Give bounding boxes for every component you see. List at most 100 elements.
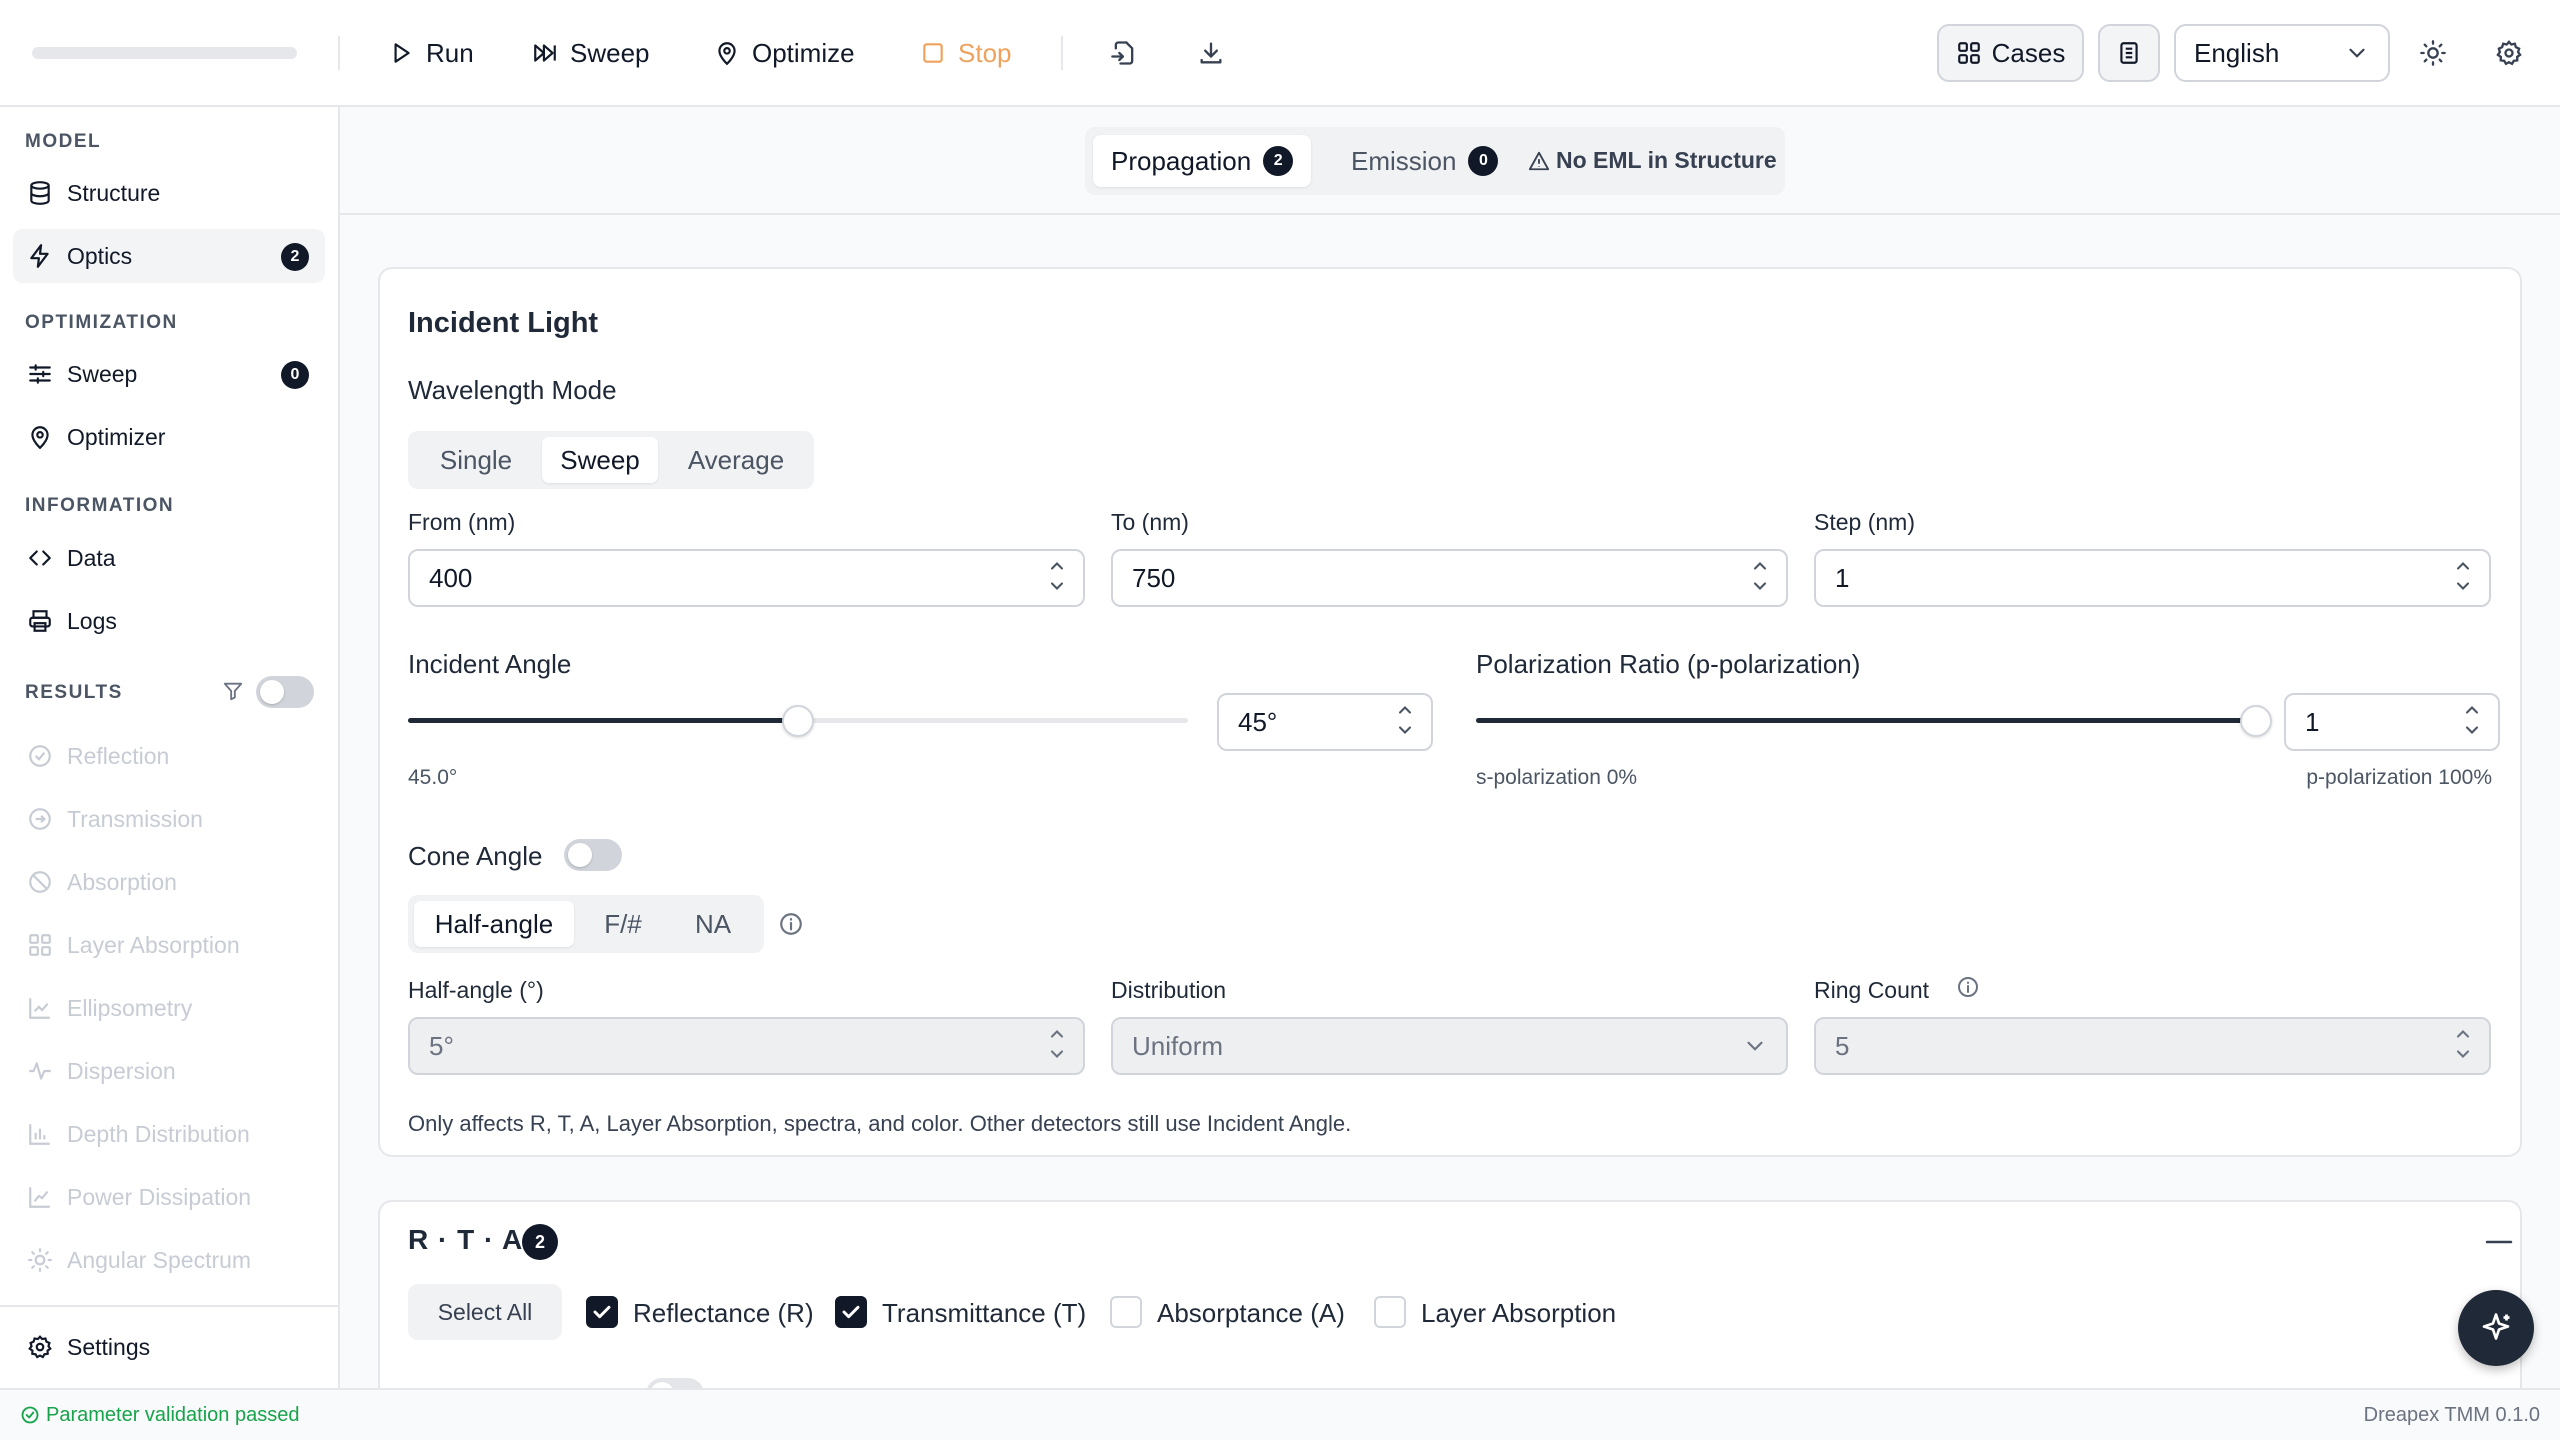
sidebar-item-dispersion[interactable]: Dispersion (13, 1044, 325, 1098)
cone-angle-toggle[interactable] (564, 839, 622, 871)
half-angle-input[interactable]: 5° (408, 1017, 1085, 1075)
section-information: INFORMATION (25, 495, 175, 516)
language-select[interactable]: English (2174, 24, 2390, 82)
download-button[interactable] (1190, 32, 1232, 74)
sidebar-item-sweep[interactable]: Sweep 0 (13, 347, 325, 401)
fast-forward-icon (534, 44, 556, 62)
sidebar-item-angular-spectrum[interactable]: Angular Spectrum (13, 1233, 325, 1287)
to-input[interactable]: 750 (1111, 549, 1788, 607)
ring-count-stepper[interactable] (2453, 1024, 2473, 1068)
to-stepper[interactable] (1750, 556, 1770, 600)
sidebar-item-optics[interactable]: Optics 2 (13, 229, 325, 283)
ai-assistant-button[interactable] (2458, 1290, 2534, 1366)
polarization-input[interactable]: 1 (2284, 693, 2500, 751)
incident-angle-input[interactable]: 45° (1217, 693, 1433, 751)
ring-count-label: Ring Count (1814, 977, 1930, 1003)
sidebar-item-power-dissipation[interactable]: Power Dissipation (13, 1170, 325, 1224)
polarization-stepper[interactable] (2462, 700, 2482, 744)
absorption-icon (29, 871, 51, 893)
line-chart-icon (29, 998, 50, 1019)
sidebar-item-ellipsometry[interactable]: Ellipsometry (13, 981, 325, 1035)
wavelength-mode-selector: Single Sweep Average (408, 431, 814, 489)
cone-mode-na[interactable]: NA (670, 901, 756, 947)
rta-title: R · T · A (408, 1224, 524, 1255)
notes-button[interactable] (2098, 24, 2160, 82)
half-angle-stepper[interactable] (1047, 1024, 1067, 1068)
to-label: To (nm) (1111, 509, 1189, 535)
sidebar-item-absorption[interactable]: Absorption (13, 855, 325, 909)
chevron-up-icon (2456, 1030, 2470, 1038)
results-filter-toggle[interactable] (256, 676, 314, 708)
sidebar-item-logs[interactable]: Logs (13, 594, 325, 648)
transmittance-checkbox[interactable] (835, 1296, 867, 1328)
cone-mode-f-number[interactable]: F/# (580, 901, 666, 947)
chevron-down-icon (2349, 48, 2365, 58)
gear-icon (2496, 40, 2522, 66)
reflection-icon (29, 745, 51, 767)
optimize-button[interactable]: Optimize (714, 30, 855, 76)
sidebar-item-settings[interactable]: Settings (13, 1320, 325, 1374)
sidebar-item-reflection[interactable]: Reflection (13, 729, 325, 783)
transmission-icon (29, 808, 51, 830)
polarization-slider[interactable] (1476, 705, 2272, 737)
tab-emission[interactable]: Emission 0 (1333, 135, 1516, 187)
incident-angle-readout: 45.0° (408, 766, 458, 789)
sweep-button[interactable]: Sweep (532, 30, 650, 76)
lightning-icon (30, 244, 49, 268)
import-button[interactable] (1103, 32, 1145, 74)
mode-sweep[interactable]: Sweep (542, 437, 658, 483)
ring-count-input[interactable]: 5 (1814, 1017, 2491, 1075)
sidebar-item-depth-distribution[interactable]: Depth Distribution (13, 1107, 325, 1161)
incident-angle-slider-fill (408, 718, 798, 723)
map-pin-icon (718, 42, 736, 66)
polarization-slider-thumb[interactable] (2240, 705, 2272, 737)
progress-bar (32, 47, 297, 59)
sidebar-item-optimizer[interactable]: Optimizer (13, 410, 325, 464)
stop-icon (923, 43, 943, 63)
info-icon[interactable] (1956, 975, 1980, 999)
incident-angle-slider[interactable] (408, 705, 1188, 737)
collapse-icon[interactable] (2485, 1234, 2513, 1250)
grid-icon (1957, 42, 1980, 64)
sparkle-icon (2482, 1313, 2510, 1340)
check-circle-icon (21, 1406, 39, 1424)
from-input[interactable]: 400 (408, 549, 1085, 607)
mode-average[interactable]: Average (664, 437, 808, 483)
rta-option-toggle[interactable] (646, 1378, 704, 1388)
run-button[interactable]: Run (388, 30, 474, 76)
step-stepper[interactable] (2453, 556, 2473, 600)
mode-single[interactable]: Single (414, 437, 538, 483)
settings-button[interactable] (2488, 32, 2530, 74)
sidebar: MODEL Structure Optics 2 OPTIMIZATION Sw… (0, 107, 340, 1388)
step-input[interactable]: 1 (1814, 549, 2491, 607)
cone-mode-half-angle[interactable]: Half-angle (414, 901, 574, 947)
pulse-icon (29, 1062, 51, 1080)
gear-icon (28, 1335, 52, 1359)
check-icon (593, 1305, 611, 1319)
chevron-up-icon (1050, 562, 1064, 570)
incident-angle-stepper[interactable] (1395, 700, 1415, 744)
info-icon[interactable] (778, 911, 804, 937)
absorptance-checkbox[interactable] (1110, 1296, 1142, 1328)
section-results: RESULTS (25, 682, 123, 703)
sidebar-item-transmission[interactable]: Transmission (13, 792, 325, 846)
section-optimization: OPTIMIZATION (25, 312, 178, 333)
theme-toggle-button[interactable] (2412, 32, 2454, 74)
from-stepper[interactable] (1047, 556, 1067, 600)
tab-propagation[interactable]: Propagation 2 (1093, 135, 1312, 187)
cases-button[interactable]: Cases (1937, 24, 2084, 82)
filter-icon[interactable] (222, 680, 244, 702)
sidebar-item-structure[interactable]: Structure (13, 166, 325, 220)
sidebar-item-layer-absorption[interactable]: Layer Absorption (13, 918, 325, 972)
incident-angle-slider-thumb[interactable] (782, 705, 814, 737)
layer-absorption-checkbox[interactable] (1374, 1296, 1406, 1328)
sidebar-item-data[interactable]: Data (13, 531, 325, 585)
layers-grid-icon (29, 934, 51, 956)
chevron-down-icon (1747, 1041, 1763, 1051)
reflectance-checkbox[interactable] (586, 1296, 618, 1328)
incident-light-title: Incident Light (408, 307, 599, 339)
distribution-select[interactable]: Uniform (1111, 1017, 1788, 1075)
polarization-slider-fill (1476, 718, 2256, 723)
stop-button[interactable]: Stop (920, 30, 1012, 76)
select-all-button[interactable]: Select All (408, 1284, 562, 1340)
